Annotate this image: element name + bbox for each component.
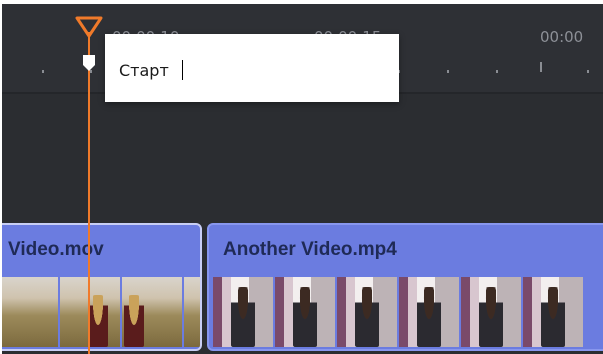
ruler-major-tick bbox=[540, 62, 542, 72]
clip-thumbnail bbox=[275, 277, 335, 347]
ruler-tick bbox=[447, 70, 449, 73]
clip-thumbnail bbox=[461, 277, 521, 347]
timeline-editor: 00:00:10 00:00:15 00:00 Video.mov Anothe… bbox=[2, 4, 603, 354]
marker-name-popup bbox=[105, 34, 399, 102]
clip-thumbnail bbox=[122, 277, 182, 347]
clip-thumbnails bbox=[213, 277, 603, 347]
playhead-triangle-icon[interactable] bbox=[75, 16, 103, 38]
clip-thumbnail bbox=[399, 277, 459, 347]
marker-pin-icon[interactable] bbox=[82, 54, 96, 72]
marker-name-input[interactable] bbox=[119, 58, 379, 82]
clip-thumbnail bbox=[184, 277, 200, 347]
ruler-tick bbox=[42, 70, 44, 73]
clip-title: Another Video.mp4 bbox=[223, 239, 397, 260]
clip-thumbnails bbox=[2, 277, 200, 347]
ruler-tick bbox=[587, 70, 589, 73]
clip-thumbnail bbox=[2, 277, 58, 347]
clip-thumbnail bbox=[213, 277, 273, 347]
ruler-time-label: 00:00 bbox=[540, 28, 584, 46]
clip-thumbnail bbox=[523, 277, 583, 347]
text-caret bbox=[182, 60, 183, 80]
ruler-tick bbox=[496, 70, 498, 73]
empty-track-area[interactable] bbox=[2, 94, 603, 222]
video-clip[interactable]: Video.mov bbox=[2, 223, 202, 351]
playhead-line[interactable] bbox=[88, 32, 90, 354]
clip-thumbnail bbox=[60, 277, 120, 347]
video-clip[interactable]: Another Video.mp4 bbox=[207, 223, 603, 351]
clip-thumbnail bbox=[337, 277, 397, 347]
